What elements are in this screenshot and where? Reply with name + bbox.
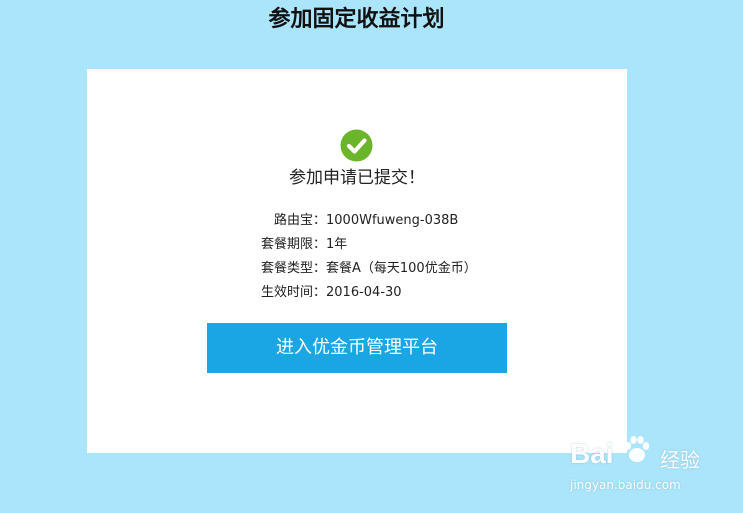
baidu-jingyan-watermark: Bai 经验 jingyan.baidu.com bbox=[568, 432, 738, 502]
paw-icon bbox=[624, 436, 650, 462]
watermark-suffix: 经验 bbox=[660, 448, 700, 472]
info-value: 2016-04-30 bbox=[326, 285, 402, 300]
info-list: 路由宝： 1000Wfuweng-038B 套餐期限： 1年 套餐类型： 套餐A… bbox=[87, 209, 627, 305]
result-card: 参加申请已提交！ 路由宝： 1000Wfuweng-038B 套餐期限： 1年 … bbox=[87, 69, 627, 453]
info-row-effective-date: 生效时间： 2016-04-30 bbox=[87, 281, 627, 305]
check-circle-icon bbox=[340, 129, 373, 162]
info-label: 套餐类型： bbox=[260, 261, 326, 276]
info-row-duration: 套餐期限： 1年 bbox=[87, 233, 627, 257]
enter-platform-button[interactable]: 进入优金币管理平台 bbox=[207, 323, 507, 373]
info-value: 1年 bbox=[326, 237, 348, 252]
success-message: 参加申请已提交！ bbox=[289, 168, 425, 188]
info-value: 1000Wfuweng-038B bbox=[326, 213, 459, 228]
info-label: 路由宝： bbox=[273, 213, 326, 228]
info-row-plan-type: 套餐类型： 套餐A（每天100优金币） bbox=[87, 257, 627, 281]
info-value: 套餐A（每天100优金币） bbox=[326, 261, 477, 276]
info-label: 套餐期限： bbox=[260, 237, 326, 252]
watermark-logo-text: Bai bbox=[570, 438, 614, 469]
info-label: 生效时间： bbox=[260, 285, 326, 300]
page-title: 参加固定收益计划 bbox=[268, 7, 445, 32]
watermark-url: jingyan.baidu.com bbox=[570, 478, 681, 492]
info-row-router: 路由宝： 1000Wfuweng-038B bbox=[87, 209, 627, 233]
